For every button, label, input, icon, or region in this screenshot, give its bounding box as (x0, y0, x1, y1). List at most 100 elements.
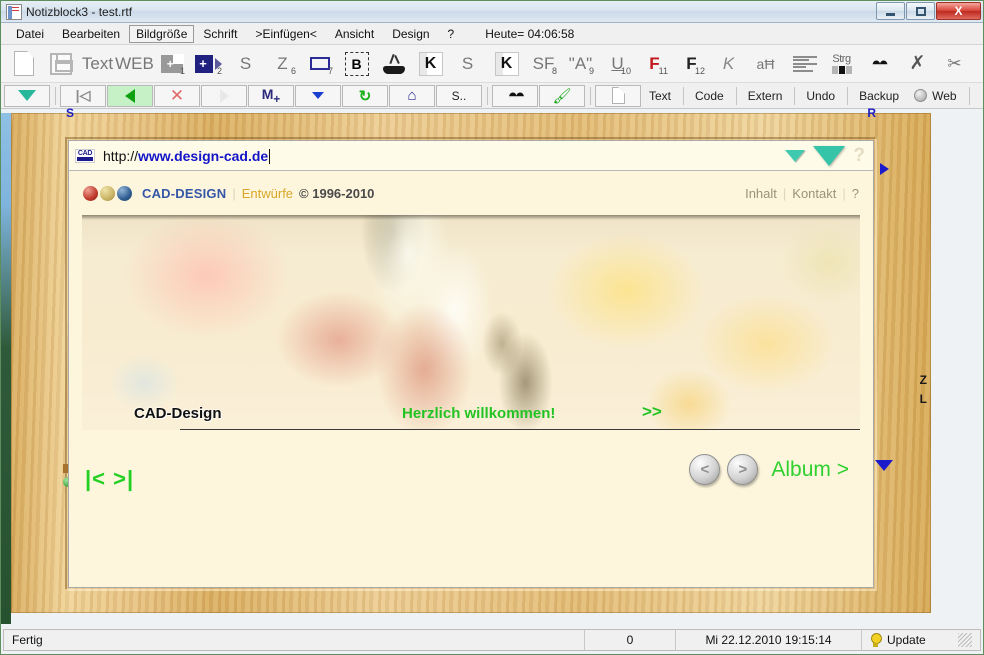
nav-inhalt[interactable]: Inhalt (745, 186, 777, 201)
url-input[interactable]: http://www.design-cad.de (103, 147, 271, 164)
next-page-button[interactable] (201, 84, 247, 107)
cut-x-icon[interactable]: ✗ (899, 46, 936, 82)
bold-selection-label: B (344, 51, 369, 76)
insert-image-2-icon[interactable]: +2 (190, 46, 227, 82)
k-book-2-icon[interactable]: K (488, 46, 525, 82)
banner-image: CAD-Design Herzlich willkommen! >> (82, 215, 860, 430)
previous-page-button[interactable] (107, 84, 153, 107)
delete-button[interactable]: ✕ (154, 84, 200, 107)
dropdown-large-icon[interactable] (813, 145, 846, 166)
menu-einfuegen[interactable]: >Einfügen< (246, 25, 325, 43)
scroll-right-arrow-icon[interactable] (880, 163, 889, 175)
binoculars-icon[interactable]: ◓◓ (860, 46, 897, 82)
align-icon[interactable] (786, 46, 823, 82)
bold-selection-icon[interactable]: B (338, 46, 375, 82)
menu-design[interactable]: Design (383, 25, 438, 43)
album-prev-button[interactable]: < (689, 454, 721, 485)
macro-button[interactable]: M+ (248, 84, 294, 107)
rectangle-sub: 7 (327, 65, 333, 76)
dropdown-teal-button[interactable] (4, 84, 50, 107)
resize-grip-icon[interactable] (958, 633, 972, 647)
quote-sub: 9 (588, 65, 594, 76)
status-datetime: Mi 22.12.2010 19:15:14 (676, 630, 862, 650)
navigation-toolbar: |◁ ✕ M+ ↻ ⌂ S.. ◓◓ 🖌 Text Code Extern Un… (1, 83, 983, 109)
italic-k-icon[interactable]: K (710, 46, 747, 82)
k-book-icon[interactable]: K (412, 46, 449, 82)
strg-icon[interactable]: Strg (823, 46, 860, 82)
help-ghost-icon[interactable]: ? (853, 145, 865, 167)
close-button[interactable]: X (936, 2, 981, 20)
strg-label: Strg (832, 52, 851, 65)
case-icon[interactable]: aĦ (747, 46, 784, 82)
shape-z-label: Z (277, 53, 288, 73)
shape-z-6-icon[interactable]: Z6 (264, 46, 301, 82)
nav-kontakt[interactable]: Kontakt (792, 186, 836, 201)
tab-undo[interactable]: Undo (799, 85, 842, 107)
tab-extern[interactable]: Extern (741, 85, 790, 107)
paint-button[interactable]: 🖌 (539, 84, 585, 107)
url-domain: www.design-cad.de (138, 147, 269, 164)
text-icon[interactable]: Text (79, 46, 116, 82)
italic-k-label: K (722, 53, 735, 73)
menu-help[interactable]: ? (439, 25, 464, 43)
tab-sep-4 (847, 86, 849, 105)
new-document-icon[interactable] (5, 46, 42, 82)
address-bar[interactable]: CAD http://www.design-cad.de ? (69, 141, 873, 171)
maximize-button[interactable] (906, 2, 935, 20)
menu-ansicht[interactable]: Ansicht (326, 25, 383, 43)
application-window: Notizblock3 - test.rtf X Datei Bearbeite… (0, 0, 984, 655)
nav-help[interactable]: ? (852, 186, 859, 201)
scissors-icon[interactable]: ✂ (936, 46, 973, 82)
menu-datei[interactable]: Datei (7, 25, 53, 43)
dropdown-small-icon[interactable] (785, 149, 806, 162)
tab-text[interactable]: Text (642, 85, 678, 107)
text-caret (269, 148, 271, 164)
status-update[interactable]: Update (862, 630, 980, 650)
k-book-2-label: K (494, 51, 519, 76)
f-12-icon[interactable]: F 12 (673, 46, 710, 82)
first-page-button[interactable]: |◁ (60, 84, 106, 107)
menu-bildgroesse[interactable]: Bildgröße (129, 24, 195, 43)
page-body: |< >| < > Album > (69, 430, 873, 587)
home-button[interactable]: ⌂ (389, 84, 435, 107)
save-icon[interactable] (42, 46, 79, 82)
shape-s-2-icon[interactable]: S (449, 46, 486, 82)
k-book-label: K (418, 51, 443, 76)
refresh-button[interactable]: ↻ (342, 84, 388, 107)
tab-code[interactable]: Code (688, 85, 731, 107)
page-nav-left[interactable]: |< >| (85, 466, 134, 492)
tab-backup[interactable]: Backup (852, 85, 906, 107)
status-text: Fertig (12, 633, 43, 647)
scroll-down-arrow-icon[interactable] (875, 460, 893, 471)
menu-schrift[interactable]: Schrift (194, 25, 246, 43)
underline-sub: 10 (620, 65, 631, 76)
picture-frame-viewer: S R Z L CAD http://www.design-cad.de ? C… (11, 106, 931, 613)
shape-s-icon[interactable]: S (227, 46, 264, 82)
search-button[interactable]: ◓◓ (492, 84, 538, 107)
sf-8-icon[interactable]: SF 8 (525, 46, 562, 82)
quote-9-icon[interactable]: "A" 9 (562, 46, 599, 82)
cad-badge-icon: CAD (75, 148, 95, 163)
frame-label-zl: Z L (920, 371, 927, 409)
anvil-icon[interactable] (375, 46, 412, 82)
f-11-icon[interactable]: F 11 (636, 46, 673, 82)
more-chevron-icon[interactable]: » (973, 46, 984, 82)
tab-web[interactable]: Web (907, 85, 963, 107)
menu-bearbeiten[interactable]: Bearbeiten (53, 25, 129, 43)
insert-image-1-icon[interactable]: +1 (153, 46, 190, 82)
site-brand[interactable]: CAD-DESIGN (142, 186, 226, 201)
site-subtitle[interactable]: Entwürfe (242, 186, 293, 201)
web-icon[interactable]: WEB (115, 46, 154, 82)
album-next-button[interactable]: > (727, 454, 759, 485)
banner-more-link[interactable]: >> (642, 402, 662, 422)
insert-image-2-sub: 2 (216, 65, 222, 76)
nav-divider-1: | (782, 185, 787, 201)
minimize-button[interactable] (876, 2, 905, 20)
dropdown-blue-button[interactable] (295, 84, 341, 107)
notepad-icon (6, 3, 22, 20)
underline-10-icon[interactable]: U 10 (599, 46, 636, 82)
album-link[interactable]: Album > (771, 458, 849, 482)
rectangle-7-icon[interactable]: 7 (301, 46, 338, 82)
page-button[interactable] (595, 84, 641, 107)
s-button[interactable]: S.. (436, 84, 482, 107)
